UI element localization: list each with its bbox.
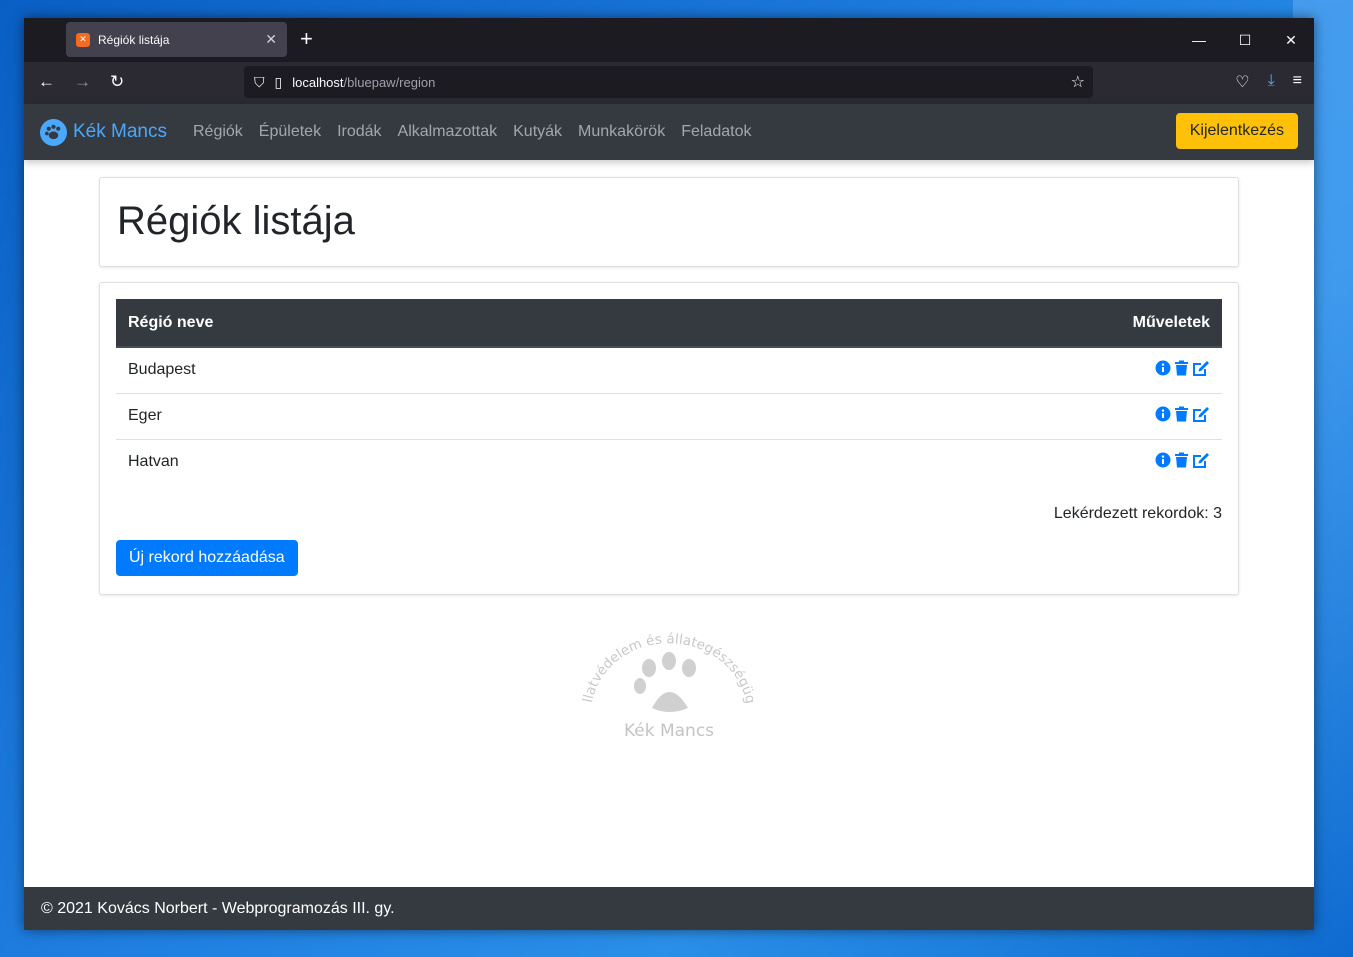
edit-icon[interactable] [1192,452,1210,473]
page-title: Régiók listája [117,199,355,243]
reload-icon[interactable]: ↻ [110,72,124,92]
watermark-logo: Állatvédelem és állategészségügy Kék Man… [574,616,758,741]
trash-icon[interactable] [1174,360,1189,381]
watermark-label: Kék Mancs [624,721,714,741]
window-controls: — ☐ ✕ [1176,18,1314,62]
operations-cell [690,347,1222,393]
table-card: Régió neve Műveletek Budapest Eger Hatvan … [99,282,1239,595]
nav-dogs[interactable]: Kutyák [505,123,570,141]
info-icon[interactable] [1155,360,1171,381]
shield-icon[interactable]: ⛉ [254,74,265,91]
brand-name: Kék Mancs [73,121,167,142]
close-window-icon[interactable]: ✕ [1268,18,1314,62]
menu-icon[interactable]: ≡ [1293,72,1302,92]
nav-buildings[interactable]: Épületek [251,123,329,141]
new-tab-icon[interactable]: + [300,28,313,50]
back-icon[interactable]: ← [38,72,55,92]
browser-tab[interactable]: ✕ Régiók listája ✕ [66,22,287,57]
forward-icon[interactable]: → [74,72,91,92]
nav-jobs[interactable]: Munkakörök [570,123,673,141]
region-name-cell: Budapest [128,361,196,379]
table-row: Hatvan [116,438,1222,485]
region-name-cell: Hatvan [116,438,690,485]
toolbar-right: ♡ ⤓ ≡ [1235,72,1302,92]
header-region-name: Régió neve [116,299,690,348]
page-footer: © 2021 Kovács Norbert - Webprogramozás I… [24,887,1314,930]
title-card: Régiók listája [99,177,1239,267]
browser-toolbar: ← → ↻ ⛉ ▯ localhost/bluepaw/region ☆ ♡ ⤓… [24,62,1314,104]
regions-table: Régió neve Műveletek Budapest Eger Hatvan [116,299,1222,485]
edit-icon[interactable] [1192,360,1210,381]
record-count: Lekérdezett rekordok: 3 [1053,505,1222,522]
info-icon[interactable] [1155,452,1171,473]
table-row: Eger [116,392,1222,439]
nav-offices[interactable]: Irodák [329,123,389,141]
url-host: localhost [292,74,344,90]
table-row: Budapest [116,347,1222,393]
page-icon: ▯ [274,73,283,90]
browser-window: ✕ Régiók listája ✕ + — ☐ ✕ ← → ↻ ⛉ ▯ loc… [24,18,1314,930]
footer-text: © 2021 Kovács Norbert - Webprogramozás I… [41,899,395,917]
tab-strip: ✕ Régiók listája ✕ + — ☐ ✕ [24,18,1314,62]
info-icon[interactable] [1155,406,1171,427]
web-page: Kék Mancs Régiók Épületek Irodák Alkalma… [24,104,1314,930]
watermark-paw-icon [634,652,696,712]
main-nav: Régiók Épületek Irodák Alkalmazottak Kut… [185,123,759,141]
logout-button[interactable]: Kijelentkezés [1175,113,1298,149]
pocket-icon[interactable]: ♡ [1235,72,1249,92]
url-bar[interactable]: ⛉ ▯ localhost/bluepaw/region ☆ [244,66,1093,98]
nav-regions[interactable]: Régiók [185,123,251,141]
paw-icon [40,118,67,146]
brand-link[interactable]: Kék Mancs [40,118,167,146]
tab-title: Régiók listája [98,32,170,47]
header-operations: Műveletek [689,299,1222,348]
minimize-icon[interactable]: — [1176,18,1222,62]
nav-employees[interactable]: Alkalmazottak [390,123,506,141]
trash-icon[interactable] [1174,452,1189,473]
operations-cell [689,392,1222,439]
nav-tasks[interactable]: Feladatok [673,123,759,141]
add-record-button[interactable]: Új rekord hozzáadása [116,540,298,576]
edit-icon[interactable] [1192,406,1210,427]
download-icon[interactable]: ⤓ [1268,72,1275,92]
bookmark-star-icon[interactable]: ☆ [1071,72,1085,92]
url-path: /bluepaw/region [343,74,436,90]
site-navbar: Kék Mancs Régiók Épületek Irodák Alkalma… [24,104,1314,160]
xampp-icon: ✕ [76,32,90,47]
trash-icon[interactable] [1174,406,1189,427]
operations-cell [689,438,1222,485]
region-name-cell: Eger [116,392,690,439]
close-tab-icon[interactable]: ✕ [265,31,277,48]
maximize-icon[interactable]: ☐ [1222,18,1268,62]
